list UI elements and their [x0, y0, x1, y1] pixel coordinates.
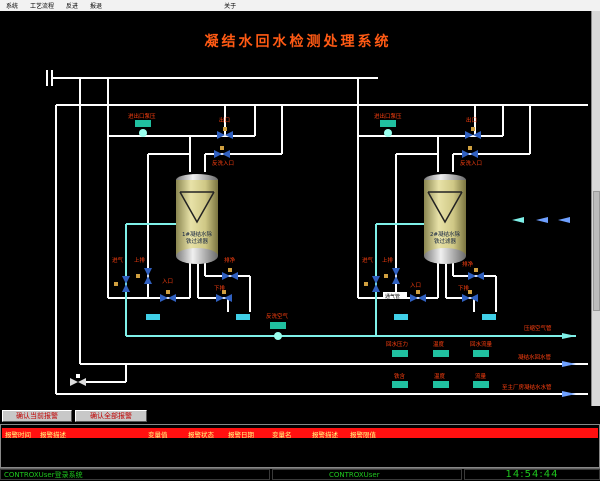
scrollbar-thumb[interactable]	[593, 191, 600, 311]
status-user-login: CONTROXUser登录系统	[0, 469, 270, 480]
status-user: CONTROXUser	[272, 469, 462, 480]
sensor-drain-4[interactable]	[482, 314, 496, 320]
col-alarm-time[interactable]: 报警时间	[5, 429, 31, 439]
col-alarm-limit[interactable]: 报警限值	[350, 429, 376, 439]
alarm-ack-bar: 确认当前报警 确认全部报警	[0, 409, 600, 423]
label-temperature: 温度	[433, 340, 445, 348]
gauge-inlet-pump-2[interactable]	[380, 120, 396, 137]
gauge-flow[interactable]	[473, 381, 489, 388]
menu-about[interactable]: 关于	[224, 1, 236, 10]
col-alarm-status[interactable]: 报警状态	[188, 429, 214, 439]
valve-top-drain-1[interactable]	[136, 268, 152, 284]
menu-exit[interactable]: 报退	[90, 1, 102, 10]
valve-flush-2[interactable]	[468, 268, 484, 280]
valve-vent-1[interactable]	[114, 276, 130, 292]
label-inlet-2: 入口	[410, 282, 421, 289]
menu-process-flow[interactable]: 工艺流程	[30, 1, 54, 10]
label-inlet-pump-2: 进出口泵压	[374, 112, 402, 120]
label-air-pipe: 压缩空气管	[524, 324, 552, 332]
blue-pipe-network	[53, 77, 588, 395]
sensor-drain-1[interactable]	[146, 314, 160, 320]
valve-flush-1[interactable]	[222, 268, 238, 280]
label-outlet-1: 出口	[219, 116, 230, 124]
menu-return[interactable]: 反进	[66, 1, 78, 10]
col-alarm-desc-2[interactable]: 报警描述	[312, 429, 338, 439]
label-inlet-pump-1: 进出口泵压	[128, 112, 156, 120]
gauge-return-flow[interactable]	[473, 350, 489, 357]
label-backwash-air: 反洗空气	[266, 312, 289, 320]
label-flow: 流量	[475, 372, 487, 380]
header-marker	[46, 70, 53, 86]
valve-inlet-2[interactable]	[410, 290, 426, 302]
label-return-flow: 回水流量	[470, 340, 493, 348]
gauge-inlet-pump-1[interactable]	[135, 120, 151, 137]
valve-vent-2[interactable]	[364, 276, 380, 292]
sensor-drain-2[interactable]	[236, 314, 250, 320]
page-title: 凝结水回水检测处理系统	[205, 33, 392, 50]
tank-1-label: 1#凝结水除	[182, 230, 213, 238]
label-iron: 铁含	[394, 372, 406, 380]
status-clock: 14:54:44	[464, 469, 600, 480]
alarm-panel: 报警时间 报警描述 变量值 报警状态 报警日期 变量名 报警描述 报警限值	[0, 424, 600, 468]
label-vent-tube: 通气管	[385, 293, 400, 300]
filter-tank-1[interactable]: 1#凝结水除 铁过滤器	[176, 174, 218, 264]
arrow-in-2	[536, 217, 548, 223]
gauge-return-pressure[interactable]	[392, 350, 408, 357]
label-vent-2: 进气	[362, 256, 374, 264]
label-inlet-1: 入口	[162, 278, 173, 285]
label-return-pressure: 回水压力	[386, 340, 408, 348]
label-outlet-2: 出口	[466, 116, 477, 124]
ack-all-alarms-button[interactable]: 确认全部报警	[75, 410, 147, 422]
vertical-scrollbar[interactable]	[591, 11, 600, 406]
valve-outlet-2[interactable]	[465, 127, 481, 139]
flow-arrows	[512, 217, 576, 397]
valve-inlet-1[interactable]	[160, 290, 176, 302]
arrow-air-out	[562, 333, 576, 339]
valve-main-return[interactable]	[70, 374, 86, 386]
col-var-name[interactable]: 变量名	[272, 429, 292, 439]
process-diagram: 凝结水回水检测处理系统 1#凝结水除 铁过滤器 2#凝结水除 铁过滤器 进出口泵…	[0, 11, 600, 406]
label-bottom-drain-2: 下排	[458, 284, 470, 292]
sensor-drain-3[interactable]	[394, 314, 408, 320]
arrow-in-1	[512, 217, 524, 223]
label-flush-2: 排净	[462, 260, 474, 268]
menu-system[interactable]: 系统	[6, 1, 18, 10]
arrow-return-out	[562, 361, 576, 367]
gauge-temperature-2[interactable]	[433, 381, 449, 388]
valve-backwash-2[interactable]	[462, 146, 478, 158]
tank-2-label-2: 铁过滤器	[434, 237, 457, 245]
menu-bar: 系统 工艺流程 反进 报退 关于	[0, 0, 600, 11]
valve-top-drain-2[interactable]	[384, 268, 400, 284]
col-value[interactable]: 变量值	[148, 429, 168, 439]
label-vent-1: 进气	[112, 256, 124, 264]
label-return-pipe: 凝结水回水管	[518, 353, 552, 361]
gauge-temperature[interactable]	[433, 350, 449, 357]
label-flush-1: 排净	[224, 256, 236, 264]
label-backwash-in-1: 反洗入口	[212, 159, 234, 167]
valve-backwash-1[interactable]	[214, 146, 230, 158]
alarm-table-header: 报警时间 报警描述 变量值 报警状态 报警日期 变量名 报警描述 报警限值	[2, 428, 598, 439]
tank-1-label-2: 铁过滤器	[186, 237, 209, 245]
filter-tank-2[interactable]: 2#凝结水除 铁过滤器	[424, 174, 466, 264]
label-to-factory: 至主厂房凝结水水管	[502, 383, 552, 391]
gauge-iron[interactable]	[392, 381, 408, 388]
arrow-in-3	[558, 217, 570, 223]
col-alarm-desc[interactable]: 报警描述	[40, 429, 66, 439]
gauge-backwash-air[interactable]	[270, 322, 286, 340]
col-alarm-date[interactable]: 报警日期	[228, 429, 254, 439]
label-top-drain-1: 上排	[134, 256, 146, 264]
ack-current-alarm-button[interactable]: 确认当前报警	[2, 410, 72, 422]
label-top-drain-2: 上排	[382, 256, 394, 264]
status-bar: CONTROXUser登录系统 CONTROXUser 14:54:44	[0, 468, 600, 481]
arrow-factory-out	[562, 391, 576, 397]
label-bottom-drain-1: 下排	[214, 284, 226, 292]
tank-2-label: 2#凝结水除	[430, 230, 461, 238]
valves	[70, 127, 484, 386]
label-backwash-in-2: 反洗入口	[460, 159, 482, 167]
label-temperature-2: 温度	[434, 372, 446, 380]
